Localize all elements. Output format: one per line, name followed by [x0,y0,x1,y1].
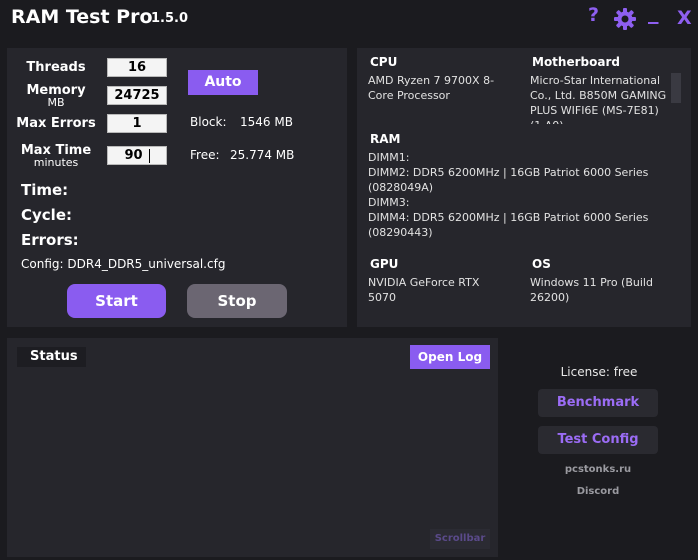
config-label: Config: [21,257,64,271]
config-line: Config: DDR4_DDR5_universal.cfg [21,257,225,271]
motherboard-value: Micro-Star International Co., Ltd. B850M… [530,74,667,124]
cycle-label: Cycle: [21,206,72,224]
status-scrollbar[interactable]: Scrollbar [430,529,490,549]
cpu-value: AMD Ryzen 7 9700X 8-Core Processor [368,74,495,102]
auto-button[interactable]: Auto [188,70,258,95]
time-label: Time: [21,181,69,199]
ram-slot-list: DIMM1: DIMM2: DDR5 6200MHz | 16GB Patrio… [368,150,668,240]
block-label: Block: [190,115,227,129]
motherboard-value-clip: Micro-Star International Co., Ltd. B850M… [530,73,668,124]
text-cursor [148,148,150,163]
ram-slot: DIMM3: [368,196,410,209]
close-button[interactable]: X [677,7,692,29]
benchmark-button[interactable]: Benchmark [538,389,658,417]
memory-input[interactable]: 24725 [107,86,167,105]
max-errors-input[interactable]: 1 [107,114,167,133]
app-title: RAM Test Pro [11,6,153,28]
memory-label-group: Memory MB [20,83,92,109]
max-time-input[interactable]: 90 [107,146,167,165]
ram-slot: DIMM1: [368,151,410,164]
ram-header: RAM [370,132,401,146]
os-header: OS [532,257,551,271]
block-value: 1546 MB [240,115,293,129]
gpu-header: GPU [370,257,399,271]
start-button[interactable]: Start [67,284,166,318]
max-errors-label: Max Errors [16,116,96,131]
max-time-label-group: Max Time minutes [14,143,98,169]
ram-slot: DIMM4: DDR5 6200MHz | 16GB Patriot 6000 … [368,211,649,239]
settings-button[interactable] [613,7,637,35]
motherboard-scrollbar[interactable] [671,73,681,103]
threads-label: Threads [26,60,86,75]
website-link[interactable]: pcstonks.ru [538,464,658,475]
status-log-area[interactable] [16,372,490,550]
help-button[interactable]: ? [588,4,599,26]
status-title: Status [17,347,86,367]
free-label: Free: [190,148,220,162]
ram-slot: DIMM2: DDR5 6200MHz | 16GB Patriot 6000 … [368,166,649,194]
license-text: License: free [560,365,638,379]
free-value: 25.774 MB [230,148,295,162]
open-log-button[interactable]: Open Log [410,345,490,369]
minimize-button[interactable]: _ [648,0,659,24]
gpu-value: NVIDIA GeForce RTX 5070 [368,276,480,304]
gear-icon [614,8,636,30]
threads-input[interactable]: 16 [107,58,167,77]
config-value: DDR4_DDR5_universal.cfg [67,257,226,271]
motherboard-header: Motherboard [532,55,620,69]
discord-link[interactable]: Discord [538,486,658,497]
app-version: 1.5.0 [151,11,189,26]
stop-button[interactable]: Stop [187,284,287,318]
os-value: Windows 11 Pro (Build 26200) [530,276,653,304]
max-time-value: 90 [124,148,143,163]
cpu-header: CPU [370,55,398,69]
errors-label: Errors: [21,231,79,249]
test-config-button[interactable]: Test Config [538,426,658,454]
